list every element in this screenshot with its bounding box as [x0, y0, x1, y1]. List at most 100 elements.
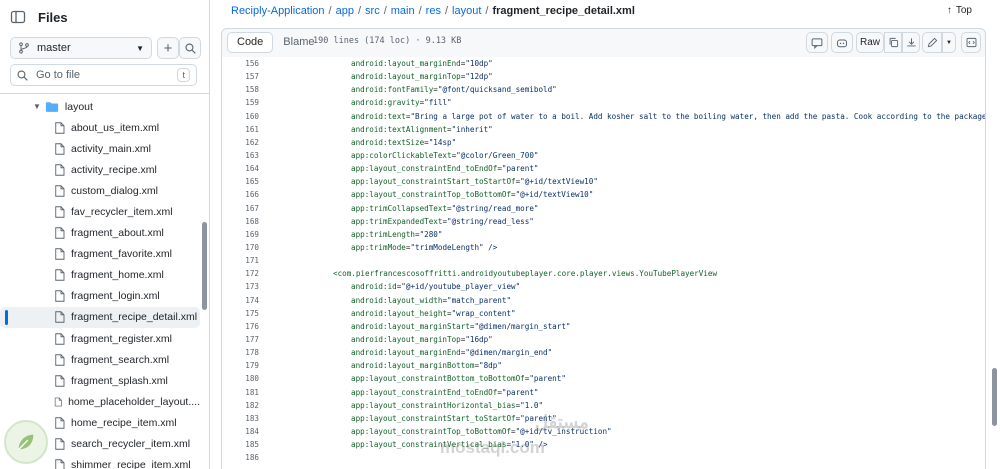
line-number[interactable]: 167 — [222, 204, 259, 213]
line-number[interactable]: 186 — [222, 453, 259, 462]
code-text: app:layout_constraintTop_toBottomOf="@+i… — [351, 190, 593, 199]
tree-file-item[interactable]: fragment_home.xml — [0, 265, 200, 286]
attr-value: "@+id/textView10" — [515, 190, 594, 200]
line-number[interactable]: 158 — [222, 85, 259, 94]
line-number[interactable]: 166 — [222, 190, 259, 199]
breadcrumb-link[interactable]: layout — [452, 5, 481, 17]
add-file-button[interactable]: + — [157, 37, 179, 59]
line-number[interactable]: 170 — [222, 243, 259, 252]
copilot-button[interactable] — [806, 32, 828, 53]
tree-file-item[interactable]: fragment_search.xml — [0, 349, 200, 370]
line-number[interactable]: 175 — [222, 309, 259, 318]
line-number[interactable]: 181 — [222, 388, 259, 397]
attr-name: app:trimMode — [351, 242, 406, 252]
tree-file-item[interactable]: home_placeholder_layout.... — [0, 391, 200, 412]
line-number[interactable]: 180 — [222, 374, 259, 383]
line-number[interactable]: 174 — [222, 296, 259, 305]
top-button[interactable]: ↑ Top — [947, 5, 972, 16]
code-text: android:layout_marginBottom="8dp" — [351, 361, 502, 370]
breadcrumb-link[interactable]: app — [336, 5, 354, 17]
file-icon — [55, 459, 65, 469]
breadcrumb-link[interactable]: main — [391, 5, 415, 17]
tree-file-item[interactable]: fav_recycler_item.xml — [0, 201, 200, 222]
file-label: fragment_favorite.xml — [71, 248, 172, 261]
download-button[interactable] — [902, 32, 920, 53]
attr-name: android:layout_height — [351, 308, 448, 318]
attr-value: "parent" — [501, 164, 539, 174]
line-number[interactable]: 161 — [222, 125, 259, 134]
symbols-button[interactable] — [961, 32, 981, 53]
file-label: fragment_login.xml — [71, 290, 160, 303]
line-number[interactable]: 157 — [222, 72, 259, 81]
line-number[interactable]: 159 — [222, 98, 259, 107]
tree-file-item[interactable]: fragment_register.xml — [0, 328, 200, 349]
line-number[interactable]: 168 — [222, 217, 259, 226]
line-number[interactable]: 165 — [222, 177, 259, 186]
folder-icon — [45, 101, 59, 112]
go-to-file-input[interactable]: Go to file t — [10, 64, 197, 86]
code-text: app:trimMode="trimModeLength" /> — [351, 243, 497, 252]
edit-menu-button[interactable]: ▼ — [942, 32, 956, 53]
breadcrumb-link[interactable]: src — [365, 5, 380, 17]
shortcut-key: t — [177, 68, 190, 82]
line-number[interactable]: 179 — [222, 361, 259, 370]
view-toggle: Code Blame — [227, 32, 324, 53]
file-icon — [55, 311, 65, 324]
line-number[interactable]: 177 — [222, 335, 259, 344]
line-number[interactable]: 172 — [222, 269, 259, 278]
code-line: 169 app:trimLength="280" — [222, 228, 985, 241]
breadcrumb-separator: / — [383, 5, 387, 17]
line-number[interactable]: 173 — [222, 282, 259, 291]
copy-button[interactable] — [884, 32, 902, 53]
line-number[interactable]: 176 — [222, 322, 259, 331]
line-number[interactable]: 171 — [222, 256, 259, 265]
attr-value: "280" — [419, 229, 443, 239]
tree-file-item[interactable]: fragment_recipe_detail.xml — [0, 306, 200, 329]
breadcrumb-link[interactable]: Reciply-Application — [231, 5, 325, 17]
branch-selector[interactable]: master ▼ — [10, 37, 152, 59]
line-number[interactable]: 169 — [222, 230, 259, 239]
line-number[interactable]: 185 — [222, 440, 259, 449]
tree-file-item[interactable]: custom_dialog.xml — [0, 180, 200, 201]
search-button[interactable] — [179, 37, 201, 59]
tree-file-item[interactable]: fragment_about.xml — [0, 223, 200, 244]
tab-code[interactable]: Code — [227, 32, 274, 53]
tree-folder-layout[interactable]: ▼ layout — [0, 96, 200, 117]
tree-file-item[interactable]: fragment_favorite.xml — [0, 244, 200, 265]
line-number[interactable]: 183 — [222, 414, 259, 423]
attr-name: app:layout_constraintTop_toBottomOf — [351, 426, 512, 436]
tree-file-item[interactable]: about_us_item.xml — [0, 117, 200, 138]
code-line: 163 app:colorClickableText="@color/Green_… — [222, 149, 985, 162]
file-icon — [55, 143, 65, 155]
tree-file-item[interactable]: activity_recipe.xml — [0, 159, 200, 180]
line-number[interactable]: 164 — [222, 164, 259, 173]
edit-button[interactable] — [922, 32, 942, 53]
attr-value: "10dp" — [465, 59, 493, 68]
line-number[interactable]: 156 — [222, 59, 259, 68]
arrow-up-icon: ↑ — [946, 5, 952, 16]
code-line: 174 android:layout_width="match_parent" — [222, 294, 985, 307]
tree-file-item[interactable]: fragment_login.xml — [0, 286, 200, 307]
copilot-icon-button[interactable] — [831, 32, 853, 53]
code-line: 159 android:gravity="fill" — [222, 96, 985, 109]
sidebar-scrollbar[interactable] — [202, 222, 207, 310]
raw-button[interactable]: Raw — [856, 32, 884, 53]
line-number[interactable]: 178 — [222, 348, 259, 357]
line-number[interactable]: 162 — [222, 138, 259, 147]
collapse-panel-icon[interactable] — [10, 9, 26, 25]
line-number[interactable]: 182 — [222, 401, 259, 410]
attr-value: "match_parent" — [447, 295, 512, 305]
watermark-mark: مستقل — [535, 412, 589, 432]
file-label: fav_recycler_item.xml — [71, 206, 173, 219]
code-text: app:layout_constraintEnd_toEndOf="parent… — [351, 388, 538, 397]
file-icon — [55, 185, 65, 197]
code-line: 165 app:layout_constraintStart_toStartOf=… — [222, 175, 985, 188]
tree-file-item[interactable]: activity_main.xml — [0, 138, 200, 159]
tree-file-item[interactable]: fragment_splash.xml — [0, 370, 200, 391]
code-text: app:trimCollapsedText="@string/read_more… — [351, 204, 538, 213]
page-scrollbar[interactable] — [992, 368, 997, 426]
line-number[interactable]: 184 — [222, 427, 259, 436]
line-number[interactable]: 163 — [222, 151, 259, 160]
line-number[interactable]: 160 — [222, 112, 259, 121]
breadcrumb-link[interactable]: res — [426, 5, 441, 17]
